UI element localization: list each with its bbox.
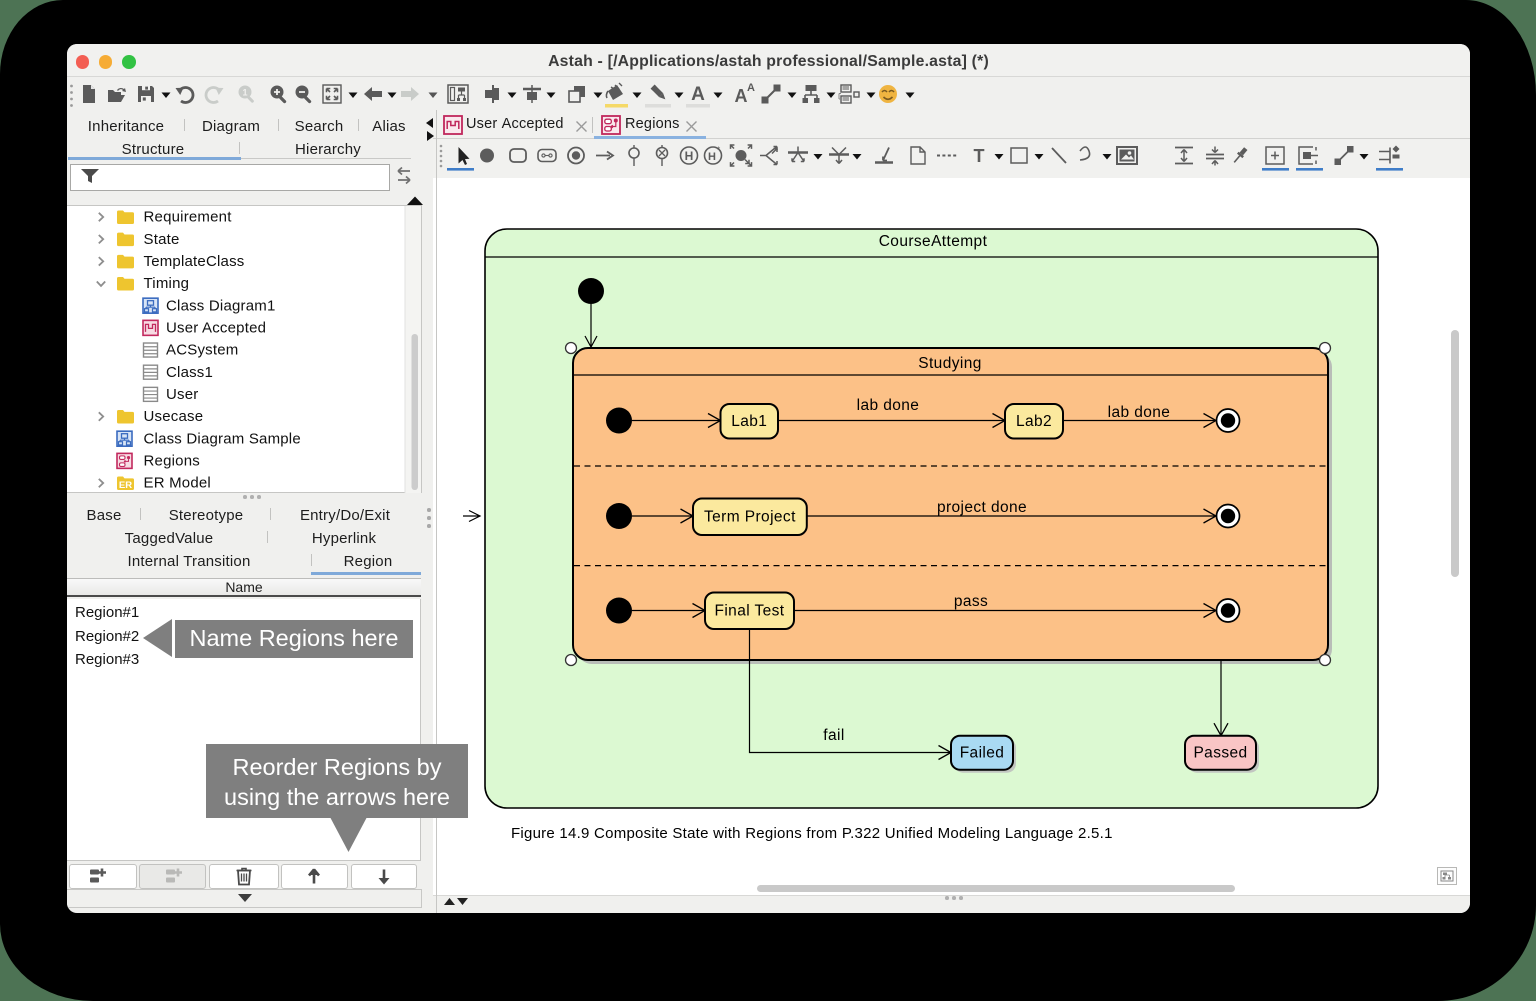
svg-text:State: State bbox=[144, 231, 180, 248]
svg-text:CourseAttempt: CourseAttempt bbox=[879, 233, 988, 250]
svg-text:Usecase: Usecase bbox=[144, 408, 204, 425]
svg-text:T: T bbox=[974, 146, 985, 166]
svg-text:Studying: Studying bbox=[918, 355, 982, 372]
svg-text:Timing: Timing bbox=[144, 275, 190, 292]
svg-text:Class Diagram1: Class Diagram1 bbox=[166, 297, 276, 314]
svg-text:Requirement: Requirement bbox=[144, 209, 233, 226]
svg-text:Figure 14.9 Composite State wi: Figure 14.9 Composite State with Regions… bbox=[511, 825, 1113, 842]
svg-text:lab done: lab done bbox=[1108, 404, 1171, 421]
svg-text:Failed: Failed bbox=[960, 745, 1005, 762]
svg-text:User: User bbox=[166, 386, 198, 403]
svg-text:A: A bbox=[747, 82, 755, 94]
svg-text:Passed: Passed bbox=[1193, 745, 1247, 762]
svg-text:1: 1 bbox=[242, 88, 247, 98]
svg-text:Regions: Regions bbox=[144, 453, 200, 470]
svg-text:project done: project done bbox=[937, 499, 1027, 516]
svg-text:ER: ER bbox=[119, 480, 132, 491]
svg-text:pass: pass bbox=[954, 593, 988, 610]
svg-text:H: H bbox=[708, 151, 716, 163]
svg-text:A: A bbox=[691, 84, 705, 105]
svg-text:*: * bbox=[717, 145, 721, 155]
svg-text:ACSystem: ACSystem bbox=[166, 342, 238, 359]
svg-text:Term Project: Term Project bbox=[704, 509, 796, 526]
svg-text:User Accepted: User Accepted bbox=[166, 320, 266, 337]
svg-text:H: H bbox=[685, 149, 694, 163]
svg-text:ER Model: ER Model bbox=[144, 475, 211, 492]
svg-text:Lab2: Lab2 bbox=[1016, 413, 1052, 430]
svg-text:Class1: Class1 bbox=[166, 364, 213, 381]
svg-text:A: A bbox=[735, 86, 748, 106]
svg-text:Class Diagram Sample: Class Diagram Sample bbox=[144, 430, 301, 447]
svg-text:Lab1: Lab1 bbox=[731, 413, 767, 430]
svg-text:lab done: lab done bbox=[857, 397, 920, 414]
svg-text:TemplateClass: TemplateClass bbox=[144, 253, 245, 270]
svg-text:fail: fail bbox=[823, 727, 844, 744]
svg-text:Final Test: Final Test bbox=[714, 603, 784, 620]
